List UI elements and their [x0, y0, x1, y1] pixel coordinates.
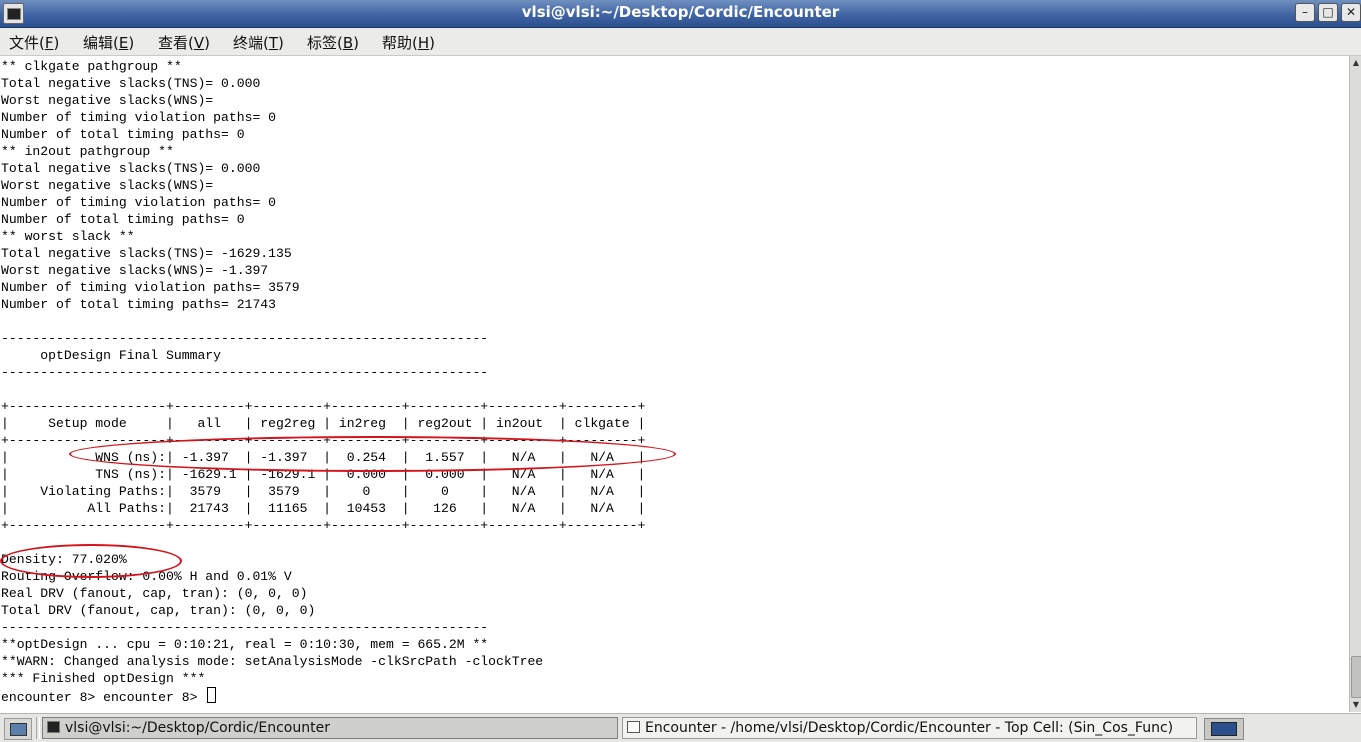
terminal-line: ----------------------------------------… [1, 331, 489, 346]
menu-help[interactable]: 帮助(H) [382, 32, 435, 53]
terminal-line: +--------------------+---------+--------… [1, 399, 646, 414]
terminal-line: Worst negative slacks(WNS)= [1, 93, 214, 108]
terminal-line: *** Finished optDesign *** [1, 671, 206, 686]
workspace-switcher[interactable] [1204, 718, 1244, 740]
scroll-up-arrow-icon[interactable]: ▲ [1351, 57, 1361, 68]
terminal-line: optDesign Final Summary [1, 348, 222, 363]
taskbar-separator [36, 717, 40, 739]
terminal-line: ** clkgate pathgroup ** [1, 59, 182, 74]
terminal-line: **WARN: Changed analysis mode: setAnalys… [1, 654, 544, 669]
close-button[interactable]: ✕ [1341, 3, 1361, 22]
terminal-line: | All Paths:| 21743 | 11165 | 10453 | 12… [1, 501, 646, 516]
minimize-button[interactable]: – [1295, 3, 1315, 22]
scrollbar-thumb[interactable] [1351, 656, 1361, 698]
terminal-line: +--------------------+---------+--------… [1, 518, 646, 533]
menu-terminal[interactable]: 终端(T) [233, 32, 284, 53]
menu-bar: 文件(F) 编辑(E) 查看(V) 终端(T) 标签(B) 帮助(H) [0, 28, 1361, 56]
text-cursor [207, 687, 217, 703]
terminal-line: Number of timing violation paths= 0 [1, 195, 277, 210]
terminal-line: | WNS (ns):| -1.397 | -1.397 | 0.254 | 1… [1, 450, 646, 465]
task-terminal[interactable]: vlsi@vlsi:~/Desktop/Cordic/Encounter [42, 717, 618, 739]
terminal-line: Density: 77.020% [1, 552, 127, 567]
terminal-line: | Violating Paths:| 3579 | 3579 | 0 | 0 … [1, 484, 646, 499]
terminal-prompt: encounter 8> encounter 8> [1, 690, 206, 705]
menu-file[interactable]: 文件(F) [9, 32, 59, 53]
terminal-line: ** in2out pathgroup ** [1, 144, 174, 159]
menu-view[interactable]: 查看(V) [158, 32, 210, 53]
terminal-line: Worst negative slacks(WNS)= [1, 178, 214, 193]
show-desktop-icon[interactable] [4, 718, 32, 740]
terminal-output[interactable]: ** clkgate pathgroup ** Total negative s… [0, 56, 1349, 712]
terminal-line: | Setup mode | all | reg2reg | in2reg | … [1, 416, 646, 431]
terminal-line: Worst negative slacks(WNS)= -1.397 [1, 263, 269, 278]
menu-edit[interactable]: 编辑(E) [83, 32, 134, 53]
window-title-bar[interactable]: vlsi@vlsi:~/Desktop/Cordic/Encounter – □… [0, 0, 1361, 28]
terminal-line: **optDesign ... cpu = 0:10:21, real = 0:… [1, 637, 489, 652]
menu-tabs[interactable]: 标签(B) [307, 32, 359, 53]
terminal-line: ** worst slack ** [1, 229, 135, 244]
maximize-button[interactable]: □ [1318, 3, 1338, 22]
terminal-line: Number of total timing paths= 0 [1, 212, 245, 227]
terminal-text: ** clkgate pathgroup ** Total negative s… [1, 58, 645, 706]
terminal-line: Number of total timing paths= 0 [1, 127, 245, 142]
terminal-line: Routing Overflow: 0.00% H and 0.01% V [1, 569, 292, 584]
scroll-down-arrow-icon[interactable]: ▼ [1351, 699, 1361, 710]
terminal-line: | TNS (ns):| -1629.1 | -1629.1 | 0.000 |… [1, 467, 646, 482]
terminal-line: Total negative slacks(TNS)= 0.000 [1, 76, 261, 91]
terminal-line: ----------------------------------------… [1, 620, 489, 635]
window-title: vlsi@vlsi:~/Desktop/Cordic/Encounter [521, 3, 840, 21]
terminal-line: Number of timing violation paths= 0 [1, 110, 277, 125]
terminal-line: Total DRV (fanout, cap, tran): (0, 0, 0) [1, 603, 316, 618]
terminal-line: Total negative slacks(TNS)= 0.000 [1, 161, 261, 176]
window-icon [627, 721, 640, 733]
terminal-line: +--------------------+---------+--------… [1, 433, 646, 448]
task-encounter[interactable]: Encounter - /home/vlsi/Desktop/Cordic/En… [622, 717, 1197, 739]
terminal-line: ----------------------------------------… [1, 365, 489, 380]
terminal-scrollbar[interactable]: ▲ ▼ [1349, 56, 1361, 712]
terminal-icon [47, 721, 60, 733]
terminal-line: Number of timing violation paths= 3579 [1, 280, 300, 295]
taskbar: vlsi@vlsi:~/Desktop/Cordic/Encounter Enc… [0, 713, 1361, 742]
terminal-line: Number of total timing paths= 21743 [1, 297, 277, 312]
terminal-line: Total negative slacks(TNS)= -1629.135 [1, 246, 292, 261]
terminal-line: Real DRV (fanout, cap, tran): (0, 0, 0) [1, 586, 308, 601]
